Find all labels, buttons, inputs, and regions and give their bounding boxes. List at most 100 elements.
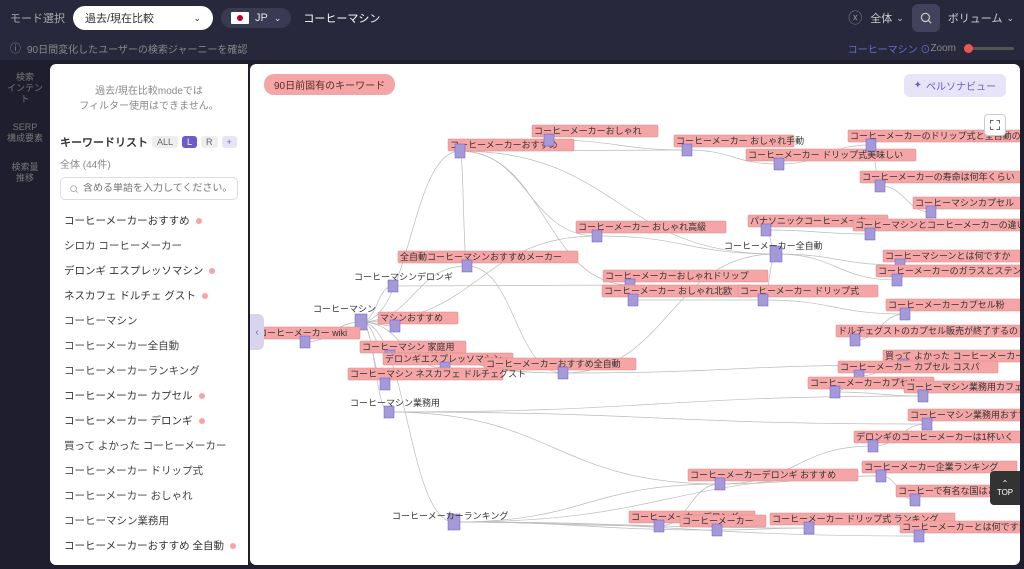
graph-node[interactable]: コーヒーメーカーおしゃれ	[532, 125, 658, 146]
svg-text:コーヒーマシン ネスカフェ ドルチェグスト: コーヒーマシン ネスカフェ ドルチェグスト	[350, 368, 526, 379]
graph-edge	[460, 151, 467, 266]
graph-node[interactable]: 全自動コーヒーマシンおすすめメーカー	[398, 251, 578, 272]
graph-node[interactable]: コーヒーマシン業務用カフェ	[904, 381, 1020, 402]
svg-text:コーヒーメーカーランキング: コーヒーメーカーランキング	[392, 510, 508, 521]
keyword-item[interactable]: シロカ コーヒーメーカー	[60, 233, 246, 258]
graph-node[interactable]: コーヒーマシン業務用おすすめ	[908, 409, 1020, 430]
graph-node[interactable]: コーヒーメーカーデロンギ おすすめ	[688, 469, 858, 490]
persona-view-button[interactable]: ✦ ペルソナビュー	[904, 74, 1006, 97]
keyword-item[interactable]: デロンギ エスプレッソマシン	[60, 258, 246, 283]
leftnav: 検索インテント SERP構成要素検索量推移	[0, 60, 50, 569]
jp-flag-icon	[231, 12, 249, 24]
scope-value: 全体	[870, 10, 892, 26]
keyword-item[interactable]: コーヒーマシン	[60, 308, 246, 333]
svg-text:全自動コーヒーマシンおすすめメーカー: 全自動コーヒーマシンおすすめメーカー	[400, 251, 562, 262]
graph-edge	[776, 254, 900, 265]
graph-legend-chip: 90日前固有のキーワード	[264, 74, 395, 95]
subheader: ⓘ 90日間変化したユーザーの検索ジャーニーを確認 コーヒーマシン ⊙ Zoom	[0, 36, 1024, 60]
search-term: コーヒーマシン	[303, 10, 840, 26]
sort-select[interactable]: ボリューム ⌄	[948, 10, 1014, 26]
graph-node[interactable]: マシンおすすめ	[378, 312, 458, 332]
main: 検索インテントSERP構成要素検索量推移 過去/現在比較modeでは フィルター…	[0, 60, 1024, 569]
svg-text:コーヒーメーカー おしゃれ手動: コーヒーメーカー おしゃれ手動	[676, 135, 804, 146]
graph-node[interactable]: コーヒーマシン	[313, 304, 376, 330]
svg-text:ドルチェグストのカプセル販売が終了するの: ドルチェグストのカプセル販売が終了するの	[838, 325, 1018, 336]
chevron-down-icon: ⌄	[1006, 13, 1014, 24]
graph-node[interactable]: コーヒーマシン業務用	[350, 397, 440, 418]
keyword-item[interactable]: コーヒーメーカー デロンギ おすすめ	[60, 558, 246, 565]
keyword-header: キーワードリスト ALL L R +	[50, 134, 248, 156]
graph-node[interactable]: デロンギのコーヒーメーカーは1杯いく	[854, 431, 1020, 452]
search-button[interactable]	[912, 4, 940, 32]
graph-node[interactable]: コーヒーメーカー おしゃれ北欧	[602, 285, 752, 306]
chevron-down-icon: ⌄	[896, 13, 904, 24]
svg-text:コーヒーマシン業務用: コーヒーマシン業務用	[350, 397, 440, 408]
svg-text:コーヒーメーカーデロンギ おすすめ: コーヒーメーカーデロンギ おすすめ	[690, 469, 836, 480]
country-select[interactable]: JP ⌄	[221, 8, 291, 28]
collapse-sidebar-button[interactable]: ‹	[250, 314, 264, 350]
svg-text:コーヒーメーカーカプセル: コーヒーメーカーカプセル	[810, 378, 918, 388]
graph-edge	[393, 285, 630, 286]
badge-all[interactable]: ALL	[152, 136, 178, 148]
graph-node[interactable]: コーヒーメーカーとは何ですか	[900, 521, 1020, 542]
search-icon	[69, 184, 79, 194]
country-code: JP	[255, 12, 268, 24]
scroll-top-button[interactable]: ⌃ TOP	[990, 471, 1020, 505]
sparkle-icon: ✦	[914, 80, 922, 91]
keyword-item[interactable]: コーヒーメーカー カプセル	[60, 383, 246, 408]
svg-text:コーヒーマシンデロンギ: コーヒーマシンデロンギ	[354, 271, 453, 282]
badge-r[interactable]: R	[201, 136, 218, 148]
svg-text:コーヒーメーカー ドリップ式美味しい: コーヒーメーカー ドリップ式美味しい	[748, 149, 903, 160]
keyword-item[interactable]: 買って よかった コーヒーメーカー	[60, 433, 246, 458]
svg-text:マシンおすすめ: マシンおすすめ	[380, 313, 443, 323]
graph-area[interactable]: 90日前固有のキーワード ✦ ペルソナビュー ‹ ⌃ TOP コーヒーマシンコー…	[250, 64, 1020, 565]
graph-node[interactable]: コーヒーマシンとコーヒーメーカーの違い	[853, 219, 1020, 240]
graph-header: 90日前固有のキーワード	[264, 74, 395, 95]
badge-l[interactable]: L	[182, 136, 197, 148]
graph-node[interactable]: コーヒーマシン ネスカフェ ドルチェグスト	[348, 368, 526, 390]
keyword-search-input[interactable]	[83, 183, 229, 194]
graph-edge	[389, 412, 927, 424]
leftnav-item[interactable]: 検索量推移	[4, 162, 46, 184]
graph-node[interactable]: コーヒーメーカー wiki	[256, 327, 360, 348]
badge-plus[interactable]: +	[222, 136, 237, 148]
mode-select[interactable]: 過去/現在比較 ⌄	[73, 6, 213, 30]
sort-value: ボリューム	[948, 10, 1003, 26]
svg-text:デロンギのコーヒーメーカーは1杯いく: デロンギのコーヒーメーカーは1杯いく	[856, 431, 1014, 442]
scope-select[interactable]: 全体 ⌄	[870, 10, 904, 26]
leftnav-item[interactable]: 検索インテント	[4, 72, 46, 104]
graph-node[interactable]: コーヒーマシンデロンギ	[354, 271, 453, 292]
svg-text:コーヒーマシン: コーヒーマシン	[313, 304, 376, 314]
keyword-item[interactable]: コーヒーメーカー デロンギ	[60, 408, 246, 433]
fullscreen-button[interactable]	[984, 114, 1006, 136]
keyword-item[interactable]: ネスカフェ ドルチェ グスト	[60, 283, 246, 308]
keyword-search[interactable]	[60, 177, 238, 200]
keyword-item[interactable]: コーヒーメーカーランキング	[60, 358, 246, 383]
graph-node[interactable]: コーヒーメーカーランキング	[392, 510, 508, 530]
leftnav-item[interactable]: SERP構成要素	[4, 122, 46, 144]
keyword-item[interactable]: コーヒーメーカー ドリップ式	[60, 458, 246, 483]
graph-edge	[460, 151, 776, 254]
graph-node[interactable]: コーヒーマシンカプセル	[913, 197, 1020, 218]
graph-node[interactable]: コーヒーメーカーカプセル粉	[886, 299, 1020, 320]
graph-node[interactable]: コーヒーメーカー全自動	[724, 240, 823, 262]
zoom-slider[interactable]	[964, 47, 1014, 50]
svg-text:コーヒーマシン 家庭用: コーヒーマシン 家庭用	[362, 341, 455, 352]
graph-node[interactable]: コーヒーメーカー ドリップ式美味しい	[746, 149, 916, 170]
graph-node[interactable]: コーヒーメーカーの寿命は何年くらい	[860, 171, 1020, 192]
keyword-item[interactable]: コーヒーメーカーおすすめ 全自動	[60, 533, 246, 558]
clear-icon[interactable]: ⓧ	[848, 8, 862, 28]
zoom-label: Zoom	[930, 43, 956, 54]
keyword-item[interactable]: コーヒーマシン業務用	[60, 508, 246, 533]
graph-node[interactable]: コーヒーメーカーのガラスとステンレスの違	[876, 265, 1020, 286]
svg-text:コーヒーメーカー おしゃれ北欧: コーヒーメーカー おしゃれ北欧	[604, 285, 732, 296]
keyword-item[interactable]: コーヒーメーカーおすすめ	[60, 208, 246, 233]
keyword-item[interactable]: コーヒーメーカー全自動	[60, 333, 246, 358]
graph-node[interactable]: ドルチェグストのカプセル販売が終了するの	[836, 325, 1020, 346]
svg-text:コーヒーメーカーおすすめ: コーヒーメーカーおすすめ	[450, 140, 558, 150]
subheader-info: 90日間変化したユーザーの検索ジャーニーを確認	[27, 41, 848, 56]
breadcrumb[interactable]: コーヒーマシン ⊙	[848, 41, 931, 56]
graph-canvas[interactable]: コーヒーマシンコーヒーメーカーおすすめコーヒーメーカーおしゃれコーヒーメーカー …	[250, 64, 1020, 565]
keyword-item[interactable]: コーヒーメーカー おしゃれ	[60, 483, 246, 508]
fullscreen-icon	[989, 119, 1001, 131]
